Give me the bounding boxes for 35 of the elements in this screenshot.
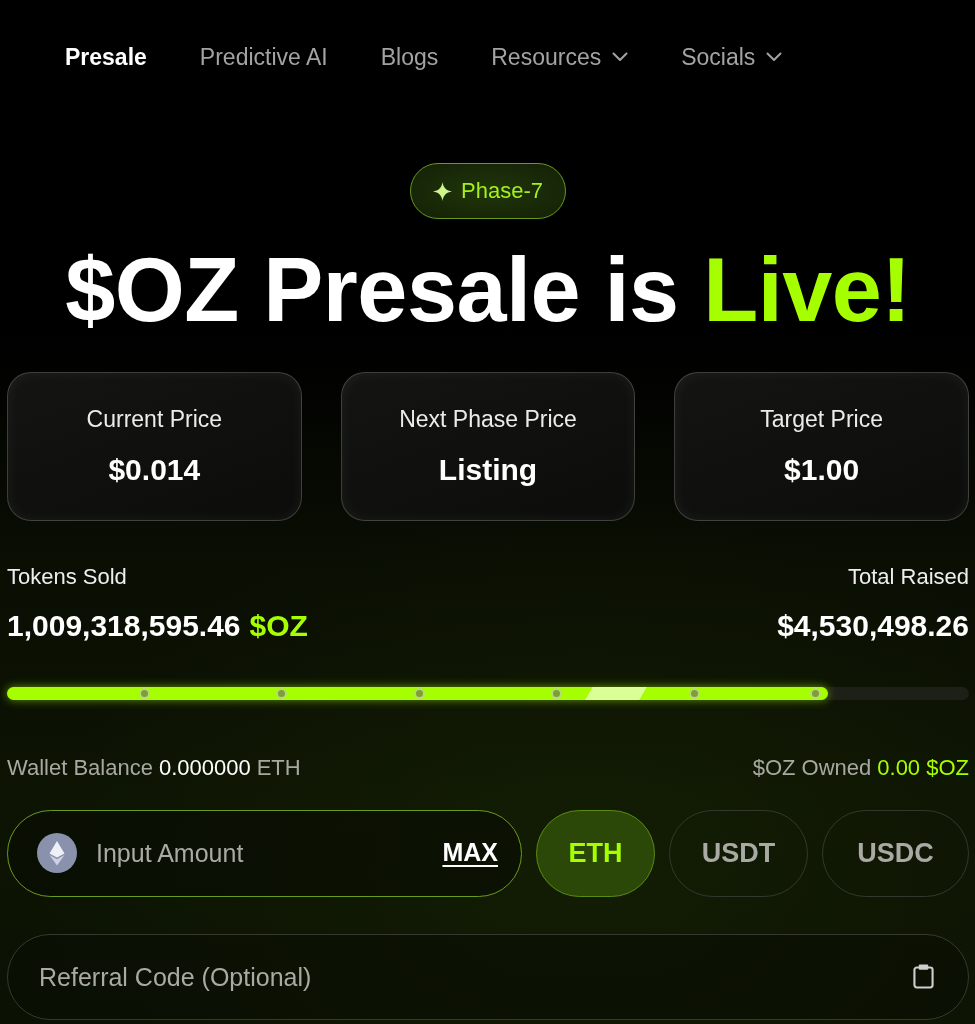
total-raised-amount: $4,530,498.26 xyxy=(777,608,969,644)
wallet-balance-label: Wallet Balance xyxy=(7,756,153,780)
owned-value: 0.00 $OZ xyxy=(877,756,969,780)
tokens-sold-label: Tokens Sold xyxy=(7,564,127,590)
milestone-dot-icon xyxy=(688,688,700,699)
price-card-label: Current Price xyxy=(86,405,223,432)
ethereum-icon xyxy=(37,833,77,873)
phase-label: Phase-7 xyxy=(461,178,543,204)
price-card-label: Next Phase Price xyxy=(399,405,577,432)
clipboard-icon[interactable] xyxy=(913,964,934,989)
milestone-dot-icon xyxy=(551,688,563,699)
nav-link[interactable]: Socials xyxy=(681,40,783,74)
currency-button[interactable]: ETH xyxy=(536,810,655,897)
milestone-dot-icon xyxy=(138,688,150,699)
nav-link[interactable]: Presale xyxy=(65,40,147,74)
tokens-sold-amount: 1,009,318,595.46 xyxy=(7,608,241,644)
price-card-label: Target Price xyxy=(760,405,883,432)
wallet-balance-unit: ETH xyxy=(256,756,301,780)
referral-code-field[interactable]: Referral Code (Optional) xyxy=(7,934,969,1020)
owned-label: $OZ Owned xyxy=(752,756,872,780)
token-symbol: $OZ xyxy=(249,608,308,644)
wallet-balance-value: 0.000000 xyxy=(158,756,251,780)
price-card-value: $1.00 xyxy=(784,451,860,488)
price-card-value: Listing xyxy=(438,451,538,488)
nav-link[interactable]: Resources xyxy=(491,40,629,74)
total-raised-label: Total Raised xyxy=(847,564,969,590)
milestone-dot-icon xyxy=(810,688,822,699)
milestone-dot-icon xyxy=(276,688,288,699)
price-card-value: $0.014 xyxy=(108,451,201,488)
nav-link[interactable]: Blogs xyxy=(380,40,439,74)
milestone-dot-icon xyxy=(413,688,425,699)
max-button[interactable]: MAX xyxy=(442,837,498,867)
nav-link[interactable]: Predictive AI xyxy=(199,40,328,74)
headline: $OZ Presale is Live! xyxy=(64,246,912,334)
sparkle-icon xyxy=(433,181,452,201)
